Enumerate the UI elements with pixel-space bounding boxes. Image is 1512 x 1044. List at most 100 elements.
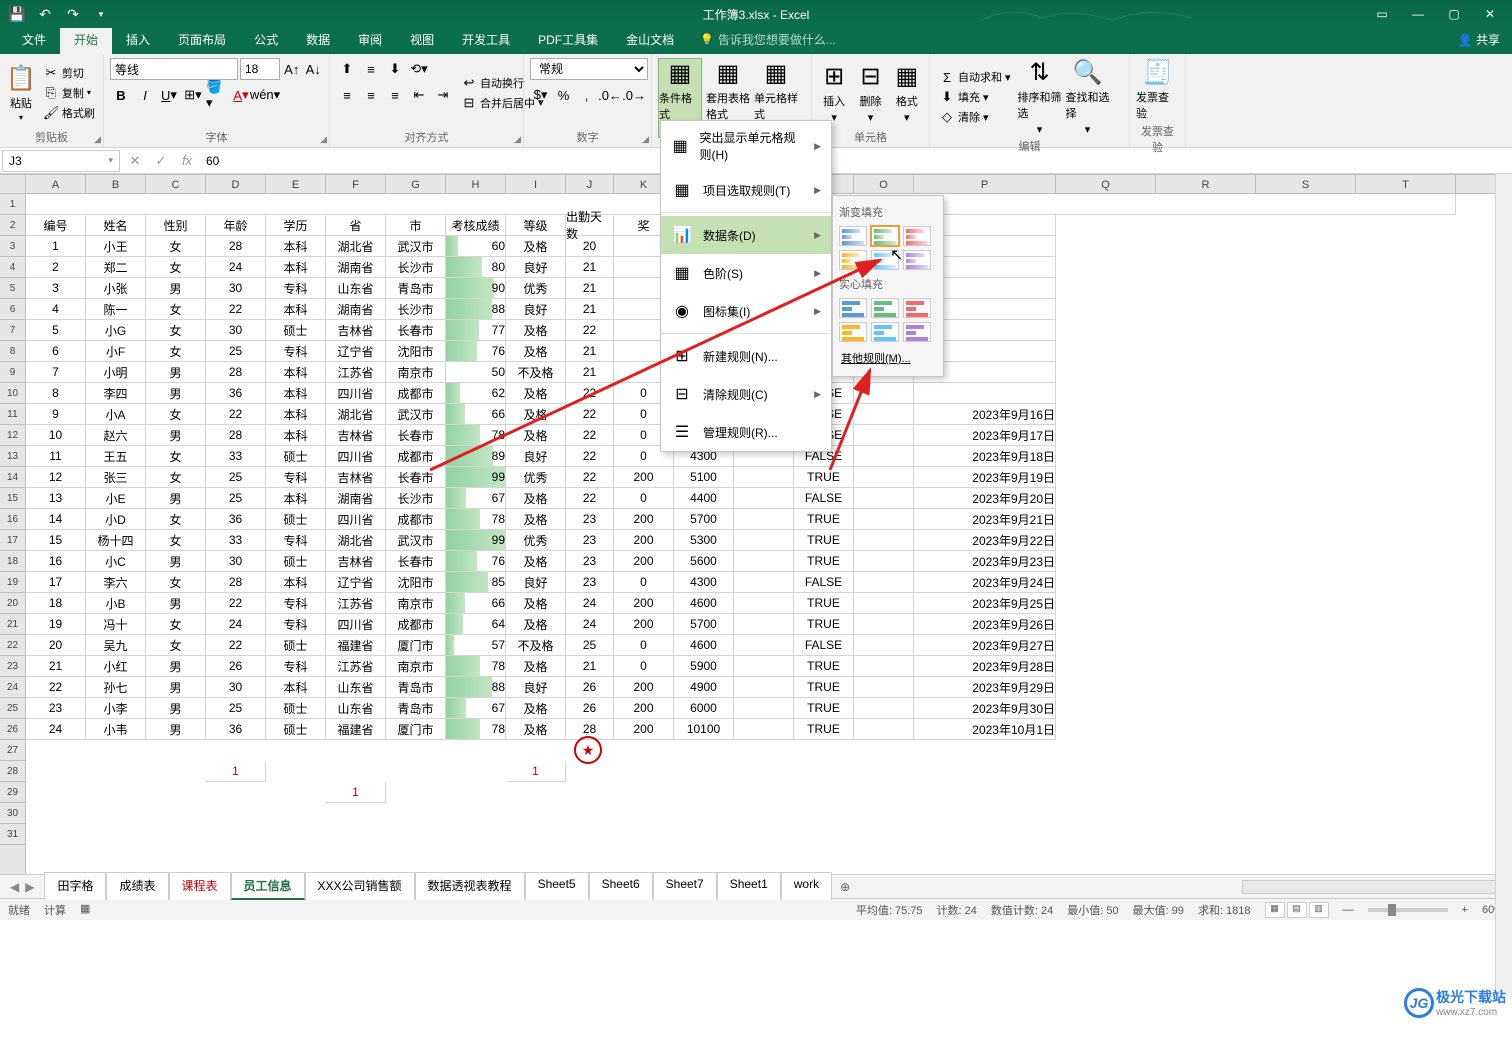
cell[interactable]: TRUE [794, 593, 854, 614]
row-header-12[interactable]: 12 [0, 425, 25, 446]
cell[interactable]: 沈阳市 [386, 572, 446, 593]
cell[interactable]: TRUE [794, 551, 854, 572]
add-sheet-button[interactable]: ⊕ [832, 876, 858, 898]
cell[interactable]: 小李 [86, 698, 146, 719]
cell[interactable]: 2023年9月20日 [914, 488, 1056, 509]
cell[interactable] [854, 656, 914, 677]
cell[interactable]: 64 [446, 614, 506, 635]
cell[interactable]: 女 [146, 236, 206, 257]
cell[interactable]: 4600 [674, 635, 734, 656]
cell[interactable]: 19 [26, 614, 86, 635]
cell[interactable]: 1 [506, 761, 566, 782]
zoom-slider[interactable] [1368, 908, 1448, 912]
tab-开发工具[interactable]: 开发工具 [448, 25, 524, 54]
cell[interactable]: 6000 [674, 698, 734, 719]
cell[interactable]: 2023年9月25日 [914, 593, 1056, 614]
row-header-10[interactable]: 10 [0, 383, 25, 404]
cell[interactable]: TRUE [794, 614, 854, 635]
cell[interactable]: 专科 [266, 593, 326, 614]
cell[interactable]: 福建省 [326, 719, 386, 740]
cell[interactable]: 10100 [674, 719, 734, 740]
cell[interactable]: 年龄 [206, 215, 266, 236]
cell[interactable]: 小G [86, 320, 146, 341]
cell[interactable]: 200 [614, 719, 674, 740]
cell[interactable]: 0 [614, 656, 674, 677]
cell[interactable]: 及格 [506, 698, 566, 719]
sheet-tab-work[interactable]: work [781, 872, 832, 900]
cell[interactable]: 硕士 [266, 509, 326, 530]
cell[interactable]: 36 [206, 509, 266, 530]
align-left-icon[interactable]: ≡ [336, 84, 358, 106]
cell[interactable]: TRUE [794, 467, 854, 488]
cell[interactable]: 24 [566, 614, 614, 635]
cell[interactable]: 23 [26, 698, 86, 719]
cell[interactable]: 硕士 [266, 698, 326, 719]
row-header-22[interactable]: 22 [0, 635, 25, 656]
italic-icon[interactable]: I [134, 84, 156, 106]
row-header-1[interactable]: 1 [0, 194, 25, 215]
tab-数据[interactable]: 数据 [292, 25, 344, 54]
cell[interactable]: 及格 [506, 320, 566, 341]
cell[interactable]: 33 [206, 446, 266, 467]
cell[interactable]: TRUE [794, 530, 854, 551]
cf-color-scales[interactable]: ▦色阶(S)▶ [661, 254, 831, 292]
enter-formula-icon[interactable]: ✓ [148, 153, 174, 169]
gradient-swatch-orange[interactable] [839, 250, 867, 270]
cell[interactable]: 0 [614, 572, 674, 593]
cell[interactable] [854, 404, 914, 425]
select-all-corner[interactable] [0, 175, 26, 193]
cell[interactable]: 22 [566, 467, 614, 488]
cell[interactable] [734, 509, 794, 530]
gradient-swatch-purple[interactable] [903, 250, 931, 270]
cell[interactable] [734, 572, 794, 593]
cell[interactable]: 5700 [674, 509, 734, 530]
cell[interactable]: TRUE [794, 719, 854, 740]
cell[interactable]: 200 [614, 614, 674, 635]
cell[interactable]: 及格 [506, 341, 566, 362]
cell[interactable]: 专科 [266, 656, 326, 677]
cell[interactable]: 5900 [674, 656, 734, 677]
cell[interactable]: 22 [566, 488, 614, 509]
cell[interactable]: 77 [446, 320, 506, 341]
cell[interactable]: 76 [446, 551, 506, 572]
cell[interactable]: 200 [614, 551, 674, 572]
cell[interactable]: 张三 [86, 467, 146, 488]
cell[interactable]: 30 [206, 551, 266, 572]
cell[interactable]: 男 [146, 551, 206, 572]
cell[interactable] [734, 719, 794, 740]
cell[interactable]: 女 [146, 572, 206, 593]
cell[interactable]: 小韦 [86, 719, 146, 740]
cell[interactable]: 武汉市 [386, 236, 446, 257]
font-size-select[interactable] [240, 58, 280, 80]
format-painter-button[interactable]: 🖌格式刷 [40, 104, 98, 122]
cell[interactable] [734, 551, 794, 572]
format-cells-button[interactable]: ▦格式▾ [891, 58, 923, 127]
cell[interactable]: 22 [566, 320, 614, 341]
row-header-24[interactable]: 24 [0, 677, 25, 698]
cell[interactable]: 22 [206, 299, 266, 320]
cell[interactable]: 优秀 [506, 467, 566, 488]
cell[interactable]: 优秀 [506, 530, 566, 551]
cell[interactable]: 99 [446, 467, 506, 488]
cell[interactable]: 男 [146, 383, 206, 404]
cell[interactable]: 24 [26, 719, 86, 740]
row-header-14[interactable]: 14 [0, 467, 25, 488]
cell[interactable] [734, 467, 794, 488]
cell[interactable]: 李四 [86, 383, 146, 404]
cell[interactable]: 14 [26, 509, 86, 530]
cell[interactable]: 9 [26, 404, 86, 425]
cell[interactable]: 专科 [266, 278, 326, 299]
cell[interactable]: 男 [146, 593, 206, 614]
row-header-6[interactable]: 6 [0, 299, 25, 320]
cell[interactable]: 本科 [266, 257, 326, 278]
cell[interactable]: 小明 [86, 362, 146, 383]
tab-审阅[interactable]: 审阅 [344, 25, 396, 54]
cell[interactable]: 女 [146, 635, 206, 656]
cell[interactable] [854, 383, 914, 404]
cf-highlight-rules[interactable]: ▦突出显示单元格规则(H)▶ [661, 121, 831, 171]
cell[interactable]: 30 [206, 320, 266, 341]
autosum-button[interactable]: Σ自动求和▾ [936, 68, 1014, 86]
cell[interactable]: 男 [146, 698, 206, 719]
cell[interactable]: 良好 [506, 299, 566, 320]
cell[interactable]: 省 [326, 215, 386, 236]
